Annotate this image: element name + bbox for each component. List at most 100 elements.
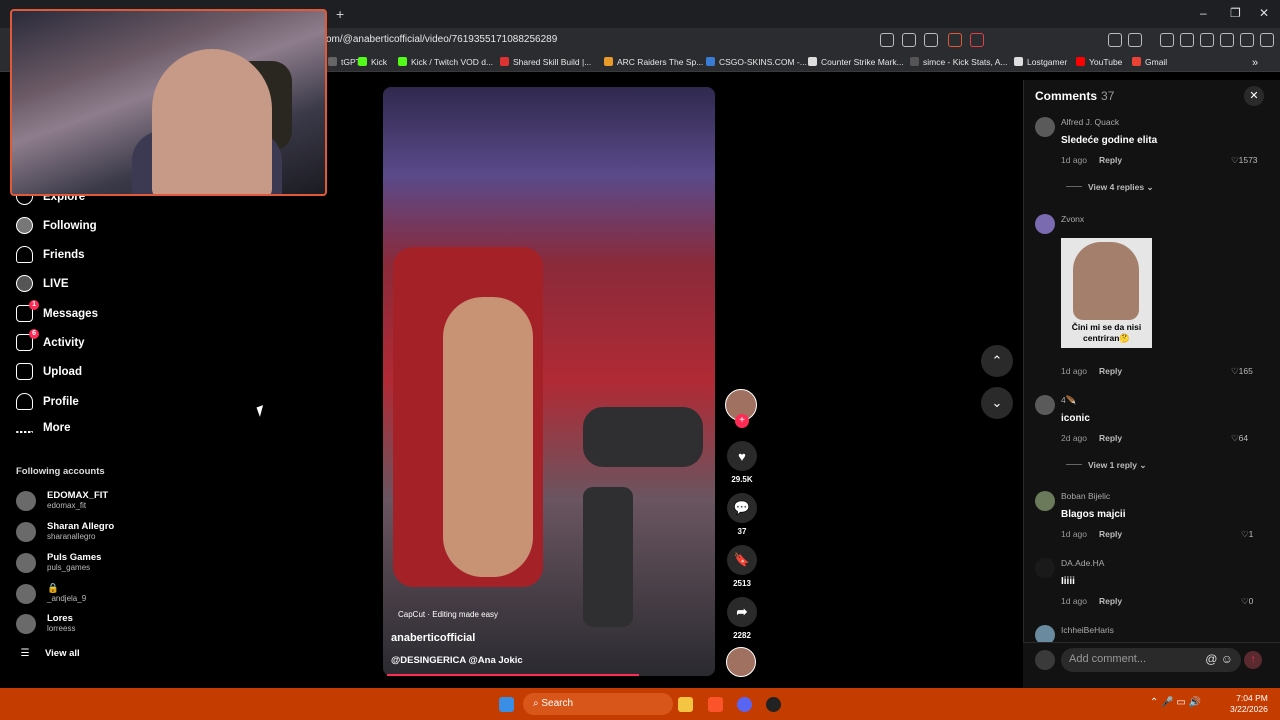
comment-action[interactable]: 💬 37 xyxy=(727,493,757,536)
upload-icon xyxy=(16,363,33,380)
menu-icon[interactable] xyxy=(1260,33,1274,47)
bookmark-csgo-skins[interactable]: CSGO-SKINS.COM -... xyxy=(706,57,807,67)
add-comment-input[interactable]: Add comment... @ ☺ xyxy=(1061,648,1241,672)
comment-user[interactable]: Alfred J. Quack xyxy=(1061,117,1119,127)
reply-button[interactable]: Reply xyxy=(1099,433,1122,443)
file-explorer-icon[interactable] xyxy=(678,697,693,712)
leo-ai-icon[interactable] xyxy=(1220,33,1234,47)
bookmark-cs-market[interactable]: Counter Strike Mark... xyxy=(808,57,904,67)
video-progress-bar[interactable] xyxy=(387,674,640,676)
extension-icon[interactable] xyxy=(880,33,894,47)
view-replies-button[interactable]: View 1 reply ⌄ xyxy=(1066,460,1146,471)
account-name: Puls Games xyxy=(47,552,102,563)
music-icon[interactable] xyxy=(1160,33,1174,47)
music-disc-avatar[interactable] xyxy=(726,647,756,677)
bookmark-skill-build[interactable]: Shared Skill Build |... xyxy=(500,57,591,67)
arrow-up-icon: ↑ xyxy=(1250,654,1256,665)
brave-rewards-icon[interactable] xyxy=(970,33,984,47)
following-account[interactable]: Sharan Allegro sharanallegro xyxy=(16,521,114,542)
bookmark-youtube[interactable]: YouTube xyxy=(1076,57,1122,67)
comment-meme-image[interactable]: Čini mi se da nisi centriran🤔 xyxy=(1061,238,1152,348)
windows-start-icon[interactable] xyxy=(499,697,514,712)
comment-like[interactable]: ♡165 xyxy=(1231,366,1253,377)
avatar[interactable] xyxy=(1035,117,1055,137)
avatar xyxy=(16,552,36,573)
wallet2-icon[interactable] xyxy=(1200,33,1214,47)
sidebar-item-friends[interactable]: Friends xyxy=(16,246,85,263)
comment-like[interactable]: ♡64 xyxy=(1231,433,1248,444)
brave-browser-icon[interactable] xyxy=(708,697,723,712)
sidebar-item-activity[interactable]: 6 Activity xyxy=(16,329,85,351)
video-author[interactable]: anaberticofficial xyxy=(391,632,475,644)
video-boot xyxy=(583,407,703,467)
bookmark-gmail[interactable]: Gmail xyxy=(1132,57,1167,67)
bookmarks-overflow-icon[interactable]: » xyxy=(1252,57,1258,69)
following-account[interactable]: EDOMAX_FIT edomax_fit xyxy=(16,490,108,511)
sidebar-item-live[interactable]: LIVE xyxy=(16,275,69,292)
avatar[interactable] xyxy=(1035,214,1055,234)
tray-icons[interactable]: ⌃ 🎤 ▭ 🔊 xyxy=(1150,697,1201,708)
following-account[interactable]: Puls Games puls_games xyxy=(16,552,101,573)
close-comments-button[interactable]: ✕ xyxy=(1244,86,1264,106)
sidebar-item-following[interactable]: Following xyxy=(16,217,97,234)
bookmark-lostgamer[interactable]: Lostgamer xyxy=(1014,57,1067,67)
view-replies-button[interactable]: View 4 replies ⌄ xyxy=(1066,182,1154,193)
follow-plus-icon[interactable]: + xyxy=(735,414,749,428)
minimize-button[interactable]: – xyxy=(1200,6,1207,20)
save-action[interactable]: 🔖 2513 xyxy=(727,545,757,588)
wallet-icon[interactable] xyxy=(1128,33,1142,47)
share-action[interactable]: ➦ 2282 xyxy=(727,597,757,640)
sidebar-toggle-icon[interactable] xyxy=(1180,33,1194,47)
new-tab-button[interactable]: + xyxy=(336,6,344,22)
vpn-icon[interactable] xyxy=(1240,33,1254,47)
bookmark-kick-vod[interactable]: Kick / Twitch VOD d... xyxy=(398,57,493,67)
following-account[interactable]: Lores lorreess xyxy=(16,613,75,634)
avatar xyxy=(16,583,36,604)
bookmark-kick[interactable]: Kick xyxy=(358,57,387,67)
bookmark-arc-raiders[interactable]: ARC Raiders The Sp... xyxy=(604,57,703,67)
avatar[interactable] xyxy=(1035,491,1055,511)
video-player[interactable] xyxy=(383,87,715,676)
sidebar-item-profile[interactable]: Profile xyxy=(16,393,79,410)
cast-icon[interactable] xyxy=(902,33,916,47)
avatar[interactable] xyxy=(1035,395,1055,415)
puzzle-extensions-icon[interactable] xyxy=(1108,33,1122,47)
video-description[interactable]: @DESINGERICA @Ana Jokic xyxy=(391,655,523,666)
reply-button[interactable]: Reply xyxy=(1099,155,1122,165)
next-video-button[interactable]: ⌄ xyxy=(981,387,1013,419)
avatar[interactable] xyxy=(1035,558,1055,578)
capcut-tag[interactable]: CapCut · Editing made easy xyxy=(398,610,498,619)
comment-like[interactable]: ♡1573 xyxy=(1231,155,1258,166)
like-action[interactable]: ♥ 29.5K xyxy=(727,441,757,484)
view-all-accounts[interactable]: ☰ View all xyxy=(16,648,80,659)
taskbar-search[interactable]: ⌕ Search xyxy=(523,693,673,715)
reply-button[interactable]: Reply xyxy=(1099,366,1122,376)
comment-text: Iiiii xyxy=(1061,576,1075,587)
comment-user[interactable]: IchheiBeHaris xyxy=(1061,625,1114,635)
share-icon[interactable] xyxy=(924,33,938,47)
comment-user[interactable]: Zvonx xyxy=(1061,214,1084,224)
mention-emoji-icons[interactable]: @ ☺ xyxy=(1205,652,1233,666)
sidebar-item-messages[interactable]: 1 Messages xyxy=(16,300,98,322)
following-account[interactable]: 🔒 _andjela_9 xyxy=(16,583,86,604)
bookmark-kick-stats[interactable]: simce - Kick Stats, A... xyxy=(910,57,1008,67)
taskbar-clock[interactable]: 7:04 PM 3/22/2026 xyxy=(1230,693,1268,715)
previous-video-button[interactable]: ⌃ xyxy=(981,345,1013,377)
maximize-button[interactable]: ❐ xyxy=(1230,6,1241,20)
comment-user[interactable]: DA.Ade.HA xyxy=(1061,558,1104,568)
url-text[interactable]: om/@anaberticofficial/video/761935517108… xyxy=(326,34,557,45)
sidebar-item-upload[interactable]: Upload xyxy=(16,363,82,380)
brave-shield-icon[interactable] xyxy=(948,33,962,47)
post-comment-button[interactable]: ↑ xyxy=(1244,651,1262,669)
obs-icon[interactable] xyxy=(766,697,781,712)
comment-like[interactable]: ♡1 xyxy=(1241,529,1253,540)
sidebar-item-more[interactable]: More xyxy=(16,422,70,434)
discord-icon[interactable] xyxy=(737,697,752,712)
comment-user[interactable]: 4🪶 xyxy=(1061,395,1076,406)
close-window-button[interactable]: ✕ xyxy=(1259,6,1269,20)
reply-button[interactable]: Reply xyxy=(1099,596,1122,606)
bookmark-chatgpt[interactable]: tGPT xyxy=(328,57,361,67)
comment-like[interactable]: ♡0 xyxy=(1241,596,1253,607)
comment-user[interactable]: Boban Bijelic xyxy=(1061,491,1110,501)
reply-button[interactable]: Reply xyxy=(1099,529,1122,539)
